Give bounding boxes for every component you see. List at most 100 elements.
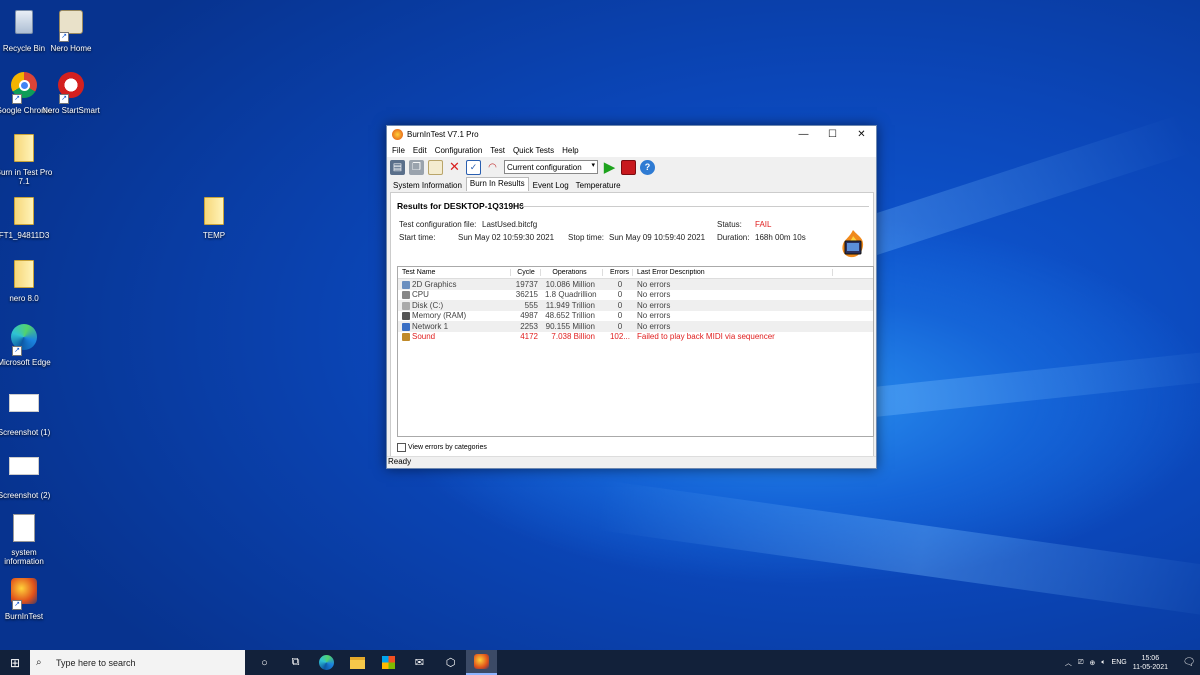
clock-date: 11-05-2021: [1132, 663, 1168, 671]
chevron-down-icon: ▾: [591, 162, 595, 169]
desktop-icon-temp-folder[interactable]: TEMP: [184, 195, 244, 240]
errors-cell: 0: [617, 311, 623, 321]
burnintest-icon: ↗: [8, 578, 40, 610]
tab-burn-in-results[interactable]: Burn In Results: [465, 177, 529, 191]
help-icon[interactable]: ?: [640, 159, 655, 175]
operations-cell: 7.038 Billion: [551, 332, 595, 342]
desktop-icon-nero-startsmart[interactable]: ↗ Nero StartSmart: [41, 69, 101, 115]
menu-edit[interactable]: Edit: [413, 146, 427, 155]
status-text: Ready: [388, 457, 412, 466]
save-icon[interactable]: ▤: [390, 159, 405, 175]
errors-cell: 0: [617, 321, 623, 331]
desktop-icon-burnintest-folder[interactable]: Burn in Test Pro 7.1: [0, 132, 54, 186]
checklist-icon[interactable]: ✓: [466, 159, 481, 175]
notification-icon[interactable]: 🗨︎: [1178, 657, 1200, 668]
folder-icon: [198, 197, 230, 229]
maximize-button[interactable]: ☐: [818, 129, 847, 140]
column-operations[interactable]: Operations: [541, 269, 603, 276]
table-row[interactable]: Sound 4172 7.038 Billion 102... Failed t…: [398, 332, 873, 343]
configuration-select[interactable]: Current configuration ▾: [504, 160, 598, 174]
dev-tool-icon[interactable]: ⬡: [435, 650, 466, 675]
stop-icon[interactable]: [621, 159, 636, 175]
operations-cell: 11.949 Trillion: [545, 300, 595, 310]
volume-icon[interactable]: 🔈︎: [1101, 659, 1105, 667]
tab-system-information[interactable]: System Information: [390, 180, 465, 191]
stop-time-value: Sun May 09 10:59:40 2021: [609, 233, 706, 242]
error-description-cell: No errors: [637, 321, 671, 331]
errors-cell: 0: [617, 290, 623, 300]
desktop-icon-edge[interactable]: ↗ Microsoft Edge: [0, 321, 54, 367]
play-icon[interactable]: ▶: [602, 159, 617, 176]
cpu-icon: [402, 291, 410, 300]
delete-icon[interactable]: ✕: [447, 159, 462, 175]
disk-icon: [402, 301, 410, 310]
cycle-cell: 36215: [515, 290, 538, 300]
column-errors[interactable]: Errors: [603, 269, 633, 276]
view-errors-checkbox[interactable]: View errors by categories: [397, 443, 487, 452]
error-description-cell: No errors: [637, 311, 671, 321]
file-explorer-icon[interactable]: [342, 650, 373, 675]
gauge-icon[interactable]: ◠: [485, 160, 500, 175]
title-bar[interactable]: BurnInTest V7.1 Pro — ☐ ✕: [387, 126, 876, 143]
recycle-bin-icon: [8, 10, 40, 42]
duration-value: 168h 00m 10s: [755, 233, 806, 242]
cycle-cell: 2253: [520, 321, 538, 331]
menu-help[interactable]: Help: [562, 146, 578, 155]
error-description-cell: No errors: [637, 300, 671, 310]
edge-taskbar-icon[interactable]: [311, 650, 342, 675]
task-view-icon[interactable]: ⧉: [280, 650, 311, 675]
system-tray: ︿ ⎚ ⊕ 🔈︎ ENG 15:06 11-05-2021 🗨︎: [1065, 650, 1200, 675]
graphics-icon: [402, 280, 410, 289]
desktop-icon-nero-home[interactable]: ↗ Nero Home: [41, 6, 101, 53]
error-description-cell: Failed to play back MIDI via sequencer: [637, 332, 775, 342]
table-row[interactable]: CPU 36215 1.8 Quadrillion 0 No errors: [398, 290, 873, 301]
column-last-error[interactable]: Last Error Description: [633, 269, 833, 276]
cycle-cell: 555: [524, 300, 538, 310]
clipboard-icon[interactable]: [428, 159, 443, 175]
tab-event-log[interactable]: Event Log: [530, 180, 572, 191]
error-description-cell: No errors: [637, 290, 671, 300]
checkbox-box[interactable]: [397, 443, 406, 452]
close-button[interactable]: ✕: [847, 129, 876, 140]
chevron-up-icon[interactable]: ︿: [1065, 658, 1072, 668]
copy-icon[interactable]: ❐: [409, 159, 424, 175]
menu-file[interactable]: File: [392, 146, 405, 155]
test-name: Network 1: [412, 321, 449, 331]
desktop-icon-burnintest[interactable]: ↗ BurnInTest: [0, 575, 54, 621]
mail-icon[interactable]: ✉: [404, 650, 435, 675]
menu-quick-tests[interactable]: Quick Tests: [513, 146, 554, 155]
search-box[interactable]: ⌕ Type here to search: [30, 650, 245, 675]
network-tray-icon[interactable]: ⊕: [1089, 659, 1095, 667]
start-button[interactable]: ⊞: [0, 650, 30, 675]
tab-temperature[interactable]: Temperature: [573, 180, 624, 191]
desktop-icon-ft1-folder[interactable]: FT1_94811D3: [0, 195, 54, 240]
table-row[interactable]: Disk (C:) 555 11.949 Trillion 0 No error…: [398, 300, 873, 311]
minimize-button[interactable]: —: [789, 129, 818, 140]
burnintest-taskbar-icon[interactable]: [466, 650, 497, 675]
start-time-label: Start time:: [399, 233, 436, 242]
test-name: Memory (RAM): [412, 311, 467, 321]
start-time-value: Sun May 02 10:59:30 2021: [458, 233, 555, 242]
menu-configuration[interactable]: Configuration: [435, 146, 483, 155]
desktop-icon-screenshot-2[interactable]: Screenshot (2): [0, 449, 54, 500]
toolbar: ▤ ❐ ✕ ✓ ◠ Current configuration ▾ ▶ ?: [387, 157, 876, 177]
burnintest-window: BurnInTest V7.1 Pro — ☐ ✕ File Edit Conf…: [386, 125, 877, 469]
menu-test[interactable]: Test: [490, 146, 505, 155]
store-icon[interactable]: [373, 650, 404, 675]
cortana-icon[interactable]: ○: [249, 650, 280, 675]
test-name: Disk (C:): [412, 300, 444, 310]
column-cycle[interactable]: Cycle: [511, 269, 541, 276]
desktop-icon-screenshot-1[interactable]: Screenshot (1): [0, 386, 54, 437]
table-row[interactable]: Network 1 2253 90.155 Million 0 No error…: [398, 321, 873, 332]
duration-label: Duration:: [717, 233, 750, 242]
column-test-name[interactable]: Test Name: [398, 269, 511, 276]
desktop-icon-nero8-folder[interactable]: nero 8.0: [0, 258, 54, 303]
meet-now-icon[interactable]: ⎚: [1078, 659, 1084, 667]
language-indicator[interactable]: ENG: [1112, 659, 1127, 666]
search-icon: ⌕: [36, 657, 42, 668]
table-row[interactable]: 2D Graphics 19737 10.086 Million 0 No er…: [398, 279, 873, 290]
table-row[interactable]: Memory (RAM) 4987 48.652 Trillion 0 No e…: [398, 311, 873, 322]
clock[interactable]: 15:06 11-05-2021: [1133, 654, 1168, 672]
desktop-icon-system-information[interactable]: system information: [0, 512, 54, 566]
error-description-cell: No errors: [637, 279, 671, 289]
